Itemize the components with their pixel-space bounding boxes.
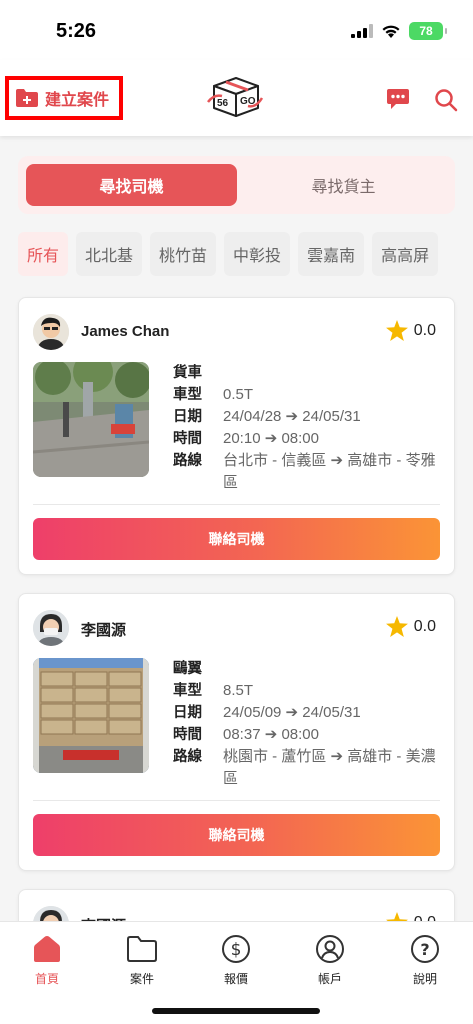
- status-bar: 5:26 78: [0, 0, 473, 60]
- star-icon: [385, 616, 408, 637]
- card-header: James Chan 0.0: [33, 314, 440, 350]
- vehicle-kind: 鷗翼: [173, 661, 202, 677]
- card-header: 李國源 0.0: [33, 610, 440, 646]
- nav-label: 報價: [223, 972, 248, 986]
- dollar-icon: $: [222, 935, 250, 963]
- nav-quote[interactable]: $ 報價: [206, 934, 266, 987]
- nav-home[interactable]: 首頁: [17, 934, 77, 987]
- info-label: 路線: [173, 749, 202, 765]
- nav-label: 案件: [129, 972, 154, 986]
- divider: [33, 504, 440, 505]
- contact-driver-button[interactable]: 聯絡司機: [33, 518, 440, 560]
- info-row-time: 時間 20:10 ➔ 08:00: [173, 428, 443, 450]
- info-label: 日期: [173, 409, 202, 425]
- info-row-route: 路線 台北市 - 信義區 ➔ 高雄市 - 苓雅區: [173, 450, 443, 494]
- vehicle-model: 8.5T: [223, 682, 254, 699]
- driver-name: 李國源: [81, 622, 127, 639]
- home-indicator[interactable]: [152, 1008, 320, 1014]
- time-range: 20:10 ➔ 08:00: [223, 430, 319, 447]
- avatar: [33, 314, 69, 350]
- nav-label: 帳戶: [317, 972, 342, 986]
- region-chip-all[interactable]: 所有: [18, 232, 69, 276]
- info-label: 車型: [173, 683, 202, 699]
- info-row-time: 時間 08:37 ➔ 08:00: [173, 724, 443, 746]
- rating-value: 0.0: [413, 321, 436, 339]
- search-icon[interactable]: [434, 88, 458, 116]
- folder-add-icon: [16, 89, 38, 107]
- info-row-date: 日期 24/05/09 ➔ 24/05/31: [173, 702, 443, 724]
- svg-text:56: 56: [217, 98, 229, 109]
- status-icons: 78: [351, 22, 447, 40]
- nav-account[interactable]: 帳戶: [300, 934, 360, 987]
- star-icon: [385, 320, 408, 341]
- time-range: 08:37 ➔ 08:00: [223, 726, 319, 743]
- avatar: [33, 610, 69, 646]
- divider: [33, 800, 440, 801]
- nav-label: 首頁: [34, 972, 59, 986]
- driver-name: James Chan: [81, 323, 170, 340]
- date-range: 24/04/28 ➔ 24/05/31: [223, 408, 361, 425]
- tab-find-shipper[interactable]: 尋找貨主: [238, 164, 449, 206]
- status-time: 5:26: [56, 20, 97, 42]
- battery-indicator: 78: [409, 22, 447, 40]
- search-type-tabs: 尋找司機 尋找貨主: [18, 156, 455, 214]
- nav-label: 說明: [412, 972, 437, 986]
- info-row-model: 車型 8.5T: [173, 680, 443, 702]
- info-label: 時間: [173, 431, 202, 447]
- shipment-info: 貨車 車型 0.5T 日期 24/04/28 ➔ 24/05/31 時間 20:…: [173, 362, 443, 494]
- driver-card[interactable]: 李國源 0.0 鷗翼 車型 8.5T 日期 24/05/09 ➔ 24/05/3…: [18, 593, 455, 871]
- top-app-bar: 建立案件 56 GO: [0, 60, 473, 136]
- app-logo: 56 GO: [206, 74, 264, 120]
- region-chip-south[interactable]: 高高屏: [372, 232, 439, 276]
- svg-text:$: $: [231, 940, 242, 960]
- folder-icon: [127, 936, 157, 962]
- home-icon: [34, 936, 60, 962]
- rating: 0.0: [385, 320, 436, 341]
- wifi-icon: [382, 25, 400, 38]
- info-label: 時間: [173, 727, 202, 743]
- create-case-label: 建立案件: [45, 90, 110, 109]
- svg-text:?: ?: [420, 940, 429, 959]
- user-icon: [316, 935, 344, 963]
- region-chip-yunlin[interactable]: 雲嘉南: [298, 232, 365, 276]
- nav-help[interactable]: ? 說明: [395, 934, 455, 987]
- rating: 0.0: [385, 616, 436, 637]
- info-row-model: 車型 0.5T: [173, 384, 443, 406]
- tab-find-driver[interactable]: 尋找司機: [26, 164, 237, 206]
- date-range: 24/05/09 ➔ 24/05/31: [223, 704, 361, 721]
- chat-icon[interactable]: [386, 88, 410, 114]
- create-case-button[interactable]: 建立案件: [5, 76, 123, 120]
- region-chip-north[interactable]: 北北基: [76, 232, 143, 276]
- info-row-date: 日期 24/04/28 ➔ 24/05/31: [173, 406, 443, 428]
- cellular-signal-icon: [351, 24, 373, 38]
- region-chip-central[interactable]: 中彰投: [224, 232, 291, 276]
- region-chip-taoyuan[interactable]: 桃竹苗: [150, 232, 217, 276]
- route: 台北市 - 信義區 ➔ 高雄市 - 苓雅區: [223, 452, 436, 491]
- vehicle-model: 0.5T: [223, 386, 254, 403]
- rating-value: 0.0: [413, 617, 436, 635]
- region-filter: 所有 北北基 桃竹苗 中彰投 雲嘉南 高高屏: [18, 232, 473, 276]
- info-label: 路線: [173, 453, 202, 469]
- shipment-info: 鷗翼 車型 8.5T 日期 24/05/09 ➔ 24/05/31 時間 08:…: [173, 658, 443, 790]
- info-label: 日期: [173, 705, 202, 721]
- nav-cases[interactable]: 案件: [112, 934, 172, 987]
- route: 桃園市 - 蘆竹區 ➔ 高雄市 - 美濃區: [223, 748, 436, 787]
- contact-driver-button[interactable]: 聯絡司機: [33, 814, 440, 856]
- vehicle-photo: [33, 658, 149, 773]
- svg-text:GO: GO: [240, 96, 256, 107]
- help-icon: ?: [411, 935, 439, 963]
- info-row-route: 路線 桃園市 - 蘆竹區 ➔ 高雄市 - 美濃區: [173, 746, 443, 790]
- vehicle-photo: [33, 362, 149, 477]
- app-logo-image: 56 GO: [207, 77, 264, 117]
- driver-card[interactable]: James Chan 0.0 貨車 車型 0.5T 日期 24/04/28 ➔ …: [18, 297, 455, 575]
- info-label: 車型: [173, 387, 202, 403]
- vehicle-kind: 貨車: [173, 365, 202, 381]
